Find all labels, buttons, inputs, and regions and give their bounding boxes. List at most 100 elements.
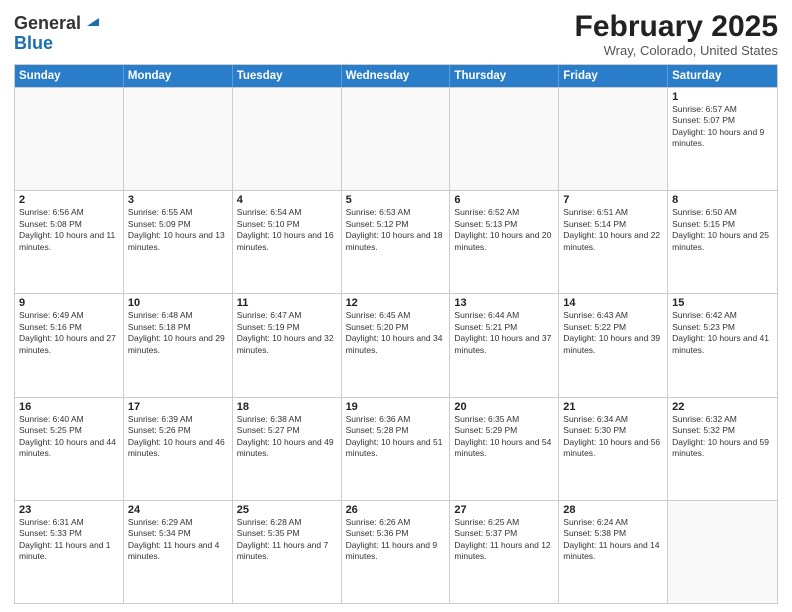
logo-blue: Blue xyxy=(14,33,53,53)
logo-icon xyxy=(83,10,103,30)
calendar-cell: 13Sunrise: 6:44 AM Sunset: 5:21 PM Dayli… xyxy=(450,294,559,396)
calendar-cell xyxy=(124,88,233,190)
day-info: Sunrise: 6:28 AM Sunset: 5:35 PM Dayligh… xyxy=(237,517,337,563)
calendar-row-5: 23Sunrise: 6:31 AM Sunset: 5:33 PM Dayli… xyxy=(15,500,777,603)
calendar-cell xyxy=(450,88,559,190)
calendar-cell: 25Sunrise: 6:28 AM Sunset: 5:35 PM Dayli… xyxy=(233,501,342,603)
calendar-cell: 1Sunrise: 6:57 AM Sunset: 5:07 PM Daylig… xyxy=(668,88,777,190)
day-info: Sunrise: 6:57 AM Sunset: 5:07 PM Dayligh… xyxy=(672,104,773,150)
calendar-cell: 17Sunrise: 6:39 AM Sunset: 5:26 PM Dayli… xyxy=(124,398,233,500)
calendar-cell xyxy=(559,88,668,190)
day-number: 22 xyxy=(672,401,773,413)
calendar-cell: 10Sunrise: 6:48 AM Sunset: 5:18 PM Dayli… xyxy=(124,294,233,396)
calendar-cell xyxy=(15,88,124,190)
day-info: Sunrise: 6:36 AM Sunset: 5:28 PM Dayligh… xyxy=(346,414,446,460)
calendar-cell xyxy=(233,88,342,190)
calendar: SundayMondayTuesdayWednesdayThursdayFrid… xyxy=(14,64,778,604)
day-number: 8 xyxy=(672,194,773,206)
calendar-cell: 28Sunrise: 6:24 AM Sunset: 5:38 PM Dayli… xyxy=(559,501,668,603)
day-info: Sunrise: 6:44 AM Sunset: 5:21 PM Dayligh… xyxy=(454,310,554,356)
day-number: 6 xyxy=(454,194,554,206)
day-info: Sunrise: 6:26 AM Sunset: 5:36 PM Dayligh… xyxy=(346,517,446,563)
header: General Blue February 2025 Wray, Colorad… xyxy=(14,10,778,58)
day-number: 18 xyxy=(237,401,337,413)
day-number: 2 xyxy=(19,194,119,206)
day-info: Sunrise: 6:40 AM Sunset: 5:25 PM Dayligh… xyxy=(19,414,119,460)
day-info: Sunrise: 6:35 AM Sunset: 5:29 PM Dayligh… xyxy=(454,414,554,460)
day-number: 27 xyxy=(454,504,554,516)
day-number: 4 xyxy=(237,194,337,206)
calendar-cell: 27Sunrise: 6:25 AM Sunset: 5:37 PM Dayli… xyxy=(450,501,559,603)
day-number: 25 xyxy=(237,504,337,516)
header-cell-friday: Friday xyxy=(559,65,668,87)
calendar-cell: 3Sunrise: 6:55 AM Sunset: 5:09 PM Daylig… xyxy=(124,191,233,293)
day-number: 10 xyxy=(128,297,228,309)
day-number: 5 xyxy=(346,194,446,206)
calendar-cell: 11Sunrise: 6:47 AM Sunset: 5:19 PM Dayli… xyxy=(233,294,342,396)
calendar-row-1: 1Sunrise: 6:57 AM Sunset: 5:07 PM Daylig… xyxy=(15,87,777,190)
header-cell-sunday: Sunday xyxy=(15,65,124,87)
calendar-cell: 21Sunrise: 6:34 AM Sunset: 5:30 PM Dayli… xyxy=(559,398,668,500)
day-number: 26 xyxy=(346,504,446,516)
day-info: Sunrise: 6:45 AM Sunset: 5:20 PM Dayligh… xyxy=(346,310,446,356)
day-number: 21 xyxy=(563,401,663,413)
logo: General Blue xyxy=(14,14,103,54)
calendar-cell: 16Sunrise: 6:40 AM Sunset: 5:25 PM Dayli… xyxy=(15,398,124,500)
header-cell-saturday: Saturday xyxy=(668,65,777,87)
day-number: 12 xyxy=(346,297,446,309)
calendar-subtitle: Wray, Colorado, United States xyxy=(575,43,778,58)
day-info: Sunrise: 6:34 AM Sunset: 5:30 PM Dayligh… xyxy=(563,414,663,460)
title-area: February 2025 Wray, Colorado, United Sta… xyxy=(575,10,778,58)
day-info: Sunrise: 6:29 AM Sunset: 5:34 PM Dayligh… xyxy=(128,517,228,563)
day-info: Sunrise: 6:49 AM Sunset: 5:16 PM Dayligh… xyxy=(19,310,119,356)
calendar-cell: 15Sunrise: 6:42 AM Sunset: 5:23 PM Dayli… xyxy=(668,294,777,396)
calendar-cell xyxy=(342,88,451,190)
calendar-body: 1Sunrise: 6:57 AM Sunset: 5:07 PM Daylig… xyxy=(15,87,777,603)
calendar-row-2: 2Sunrise: 6:56 AM Sunset: 5:08 PM Daylig… xyxy=(15,190,777,293)
day-info: Sunrise: 6:56 AM Sunset: 5:08 PM Dayligh… xyxy=(19,207,119,253)
day-info: Sunrise: 6:53 AM Sunset: 5:12 PM Dayligh… xyxy=(346,207,446,253)
calendar-title: February 2025 xyxy=(575,10,778,43)
day-info: Sunrise: 6:52 AM Sunset: 5:13 PM Dayligh… xyxy=(454,207,554,253)
day-number: 9 xyxy=(19,297,119,309)
calendar-cell xyxy=(668,501,777,603)
day-number: 11 xyxy=(237,297,337,309)
day-info: Sunrise: 6:48 AM Sunset: 5:18 PM Dayligh… xyxy=(128,310,228,356)
calendar-cell: 20Sunrise: 6:35 AM Sunset: 5:29 PM Dayli… xyxy=(450,398,559,500)
header-cell-wednesday: Wednesday xyxy=(342,65,451,87)
day-info: Sunrise: 6:25 AM Sunset: 5:37 PM Dayligh… xyxy=(454,517,554,563)
calendar-header: SundayMondayTuesdayWednesdayThursdayFrid… xyxy=(15,65,777,87)
page: General Blue February 2025 Wray, Colorad… xyxy=(0,0,792,612)
calendar-cell: 19Sunrise: 6:36 AM Sunset: 5:28 PM Dayli… xyxy=(342,398,451,500)
day-number: 28 xyxy=(563,504,663,516)
calendar-cell: 22Sunrise: 6:32 AM Sunset: 5:32 PM Dayli… xyxy=(668,398,777,500)
day-info: Sunrise: 6:50 AM Sunset: 5:15 PM Dayligh… xyxy=(672,207,773,253)
day-number: 13 xyxy=(454,297,554,309)
calendar-cell: 2Sunrise: 6:56 AM Sunset: 5:08 PM Daylig… xyxy=(15,191,124,293)
logo-general: General xyxy=(14,14,81,34)
calendar-cell: 12Sunrise: 6:45 AM Sunset: 5:20 PM Dayli… xyxy=(342,294,451,396)
day-info: Sunrise: 6:42 AM Sunset: 5:23 PM Dayligh… xyxy=(672,310,773,356)
day-number: 23 xyxy=(19,504,119,516)
calendar-row-3: 9Sunrise: 6:49 AM Sunset: 5:16 PM Daylig… xyxy=(15,293,777,396)
day-info: Sunrise: 6:54 AM Sunset: 5:10 PM Dayligh… xyxy=(237,207,337,253)
day-info: Sunrise: 6:31 AM Sunset: 5:33 PM Dayligh… xyxy=(19,517,119,563)
calendar-row-4: 16Sunrise: 6:40 AM Sunset: 5:25 PM Dayli… xyxy=(15,397,777,500)
header-cell-tuesday: Tuesday xyxy=(233,65,342,87)
day-info: Sunrise: 6:38 AM Sunset: 5:27 PM Dayligh… xyxy=(237,414,337,460)
day-number: 24 xyxy=(128,504,228,516)
day-number: 3 xyxy=(128,194,228,206)
day-info: Sunrise: 6:55 AM Sunset: 5:09 PM Dayligh… xyxy=(128,207,228,253)
calendar-cell: 24Sunrise: 6:29 AM Sunset: 5:34 PM Dayli… xyxy=(124,501,233,603)
calendar-cell: 4Sunrise: 6:54 AM Sunset: 5:10 PM Daylig… xyxy=(233,191,342,293)
day-number: 15 xyxy=(672,297,773,309)
calendar-cell: 18Sunrise: 6:38 AM Sunset: 5:27 PM Dayli… xyxy=(233,398,342,500)
calendar-cell: 5Sunrise: 6:53 AM Sunset: 5:12 PM Daylig… xyxy=(342,191,451,293)
day-info: Sunrise: 6:51 AM Sunset: 5:14 PM Dayligh… xyxy=(563,207,663,253)
day-info: Sunrise: 6:39 AM Sunset: 5:26 PM Dayligh… xyxy=(128,414,228,460)
day-number: 7 xyxy=(563,194,663,206)
calendar-cell: 8Sunrise: 6:50 AM Sunset: 5:15 PM Daylig… xyxy=(668,191,777,293)
header-cell-monday: Monday xyxy=(124,65,233,87)
day-info: Sunrise: 6:24 AM Sunset: 5:38 PM Dayligh… xyxy=(563,517,663,563)
day-number: 20 xyxy=(454,401,554,413)
